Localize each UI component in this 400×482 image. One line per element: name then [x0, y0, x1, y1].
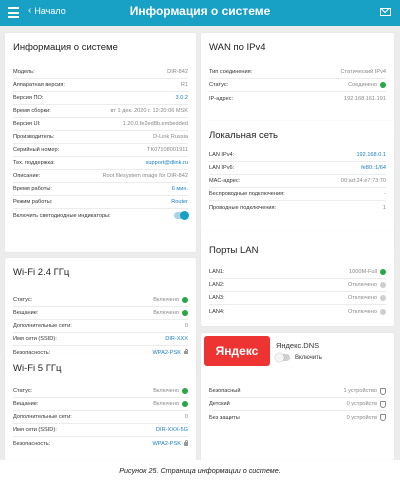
wifi24-row-ssid: Имя сети (SSID): DIR-XXX [13, 333, 188, 346]
child-shield-icon [380, 400, 386, 408]
wifi5-card: Wi-Fi 5 ГГц Статус: Включено Вещание: Вклю… [5, 354, 196, 460]
status-dot-icon [182, 297, 188, 303]
info-row-support: Тех. поддержка: support@dlink.ru [13, 157, 188, 170]
yandex-logo: Яндекс [204, 336, 270, 366]
ssid-link[interactable]: DIR-XXX [165, 336, 188, 342]
card-title: Порты LAN [209, 245, 259, 256]
wan-row-type: Тип соединения: Статический IPv4 [209, 66, 386, 79]
wan-row-status: Статус: Соединено [209, 79, 386, 92]
page-title: Информация о системе [129, 4, 271, 18]
info-row-fw: Версия ПО: 3.0.2 [13, 92, 188, 105]
info-row-serial: Серийный номер: TK07108001911 [13, 144, 188, 157]
yandex-dns-title: Яндекс.DNS [276, 341, 320, 350]
info-row-model: Модель: DIR-842 [13, 66, 188, 79]
yandex-dns-toggle[interactable] [275, 353, 290, 362]
dns-row-none: Без защиты 0 устройств [209, 411, 386, 424]
lan-row-wireless: Беспроводные подключения: - [209, 188, 386, 201]
card-title: Wi-Fi 2.4 ГГц [13, 267, 70, 278]
port-status-icon [380, 269, 386, 275]
card-title: WAN по IPv4 [209, 42, 266, 53]
port-row-lan4: LAN4: Отключено [209, 305, 386, 318]
mode-link[interactable]: Router [171, 199, 188, 205]
lan-ports-card: Порты LAN LAN1: 1000M-Full LAN2: Отключено… [201, 231, 394, 326]
port-status-icon [380, 295, 386, 301]
lan-ipv4-link[interactable]: 192.168.0.1 [356, 152, 386, 158]
status-dot-icon [182, 388, 188, 394]
status-dot-icon [182, 310, 188, 316]
wan-row-ip: IP-адрес: 192.168.161.191 [209, 95, 386, 102]
card-title: Локальная сеть [209, 130, 278, 141]
info-row-uptime: Время работы: 6 мин. [13, 183, 188, 196]
wifi5-row-extra: Дополнительные сети: 0 [13, 411, 188, 424]
lan-row-ipv6: LAN IPv6: fe80::1/64 [209, 162, 386, 175]
lock-icon [184, 439, 188, 446]
info-row-hw: Аппаратная версия: R1 [13, 79, 188, 92]
card-title: Wi-Fi 5 ГГц [13, 363, 62, 374]
info-row-mode: Режим работы: Router [13, 196, 188, 209]
port-row-lan3: LAN3: Отключено [209, 292, 386, 305]
no-protection-icon [380, 414, 386, 421]
info-row-vendor: Производитель: D-Link Russia [13, 131, 188, 144]
port-status-icon [380, 282, 386, 288]
wifi5-row-status: Статус: Включено [13, 385, 188, 398]
shield-icon [380, 387, 386, 395]
wifi24-row-status: Статус: Включено [13, 294, 188, 307]
yandex-toggle-row: Включить [275, 353, 322, 362]
info-row-ui: Версия UI: 1.20.0.fe2ed8b.embedded [13, 118, 188, 131]
lan-row-ipv4: LAN IPv4: 192.168.0.1 [209, 149, 386, 162]
dns-row-child: Детский 0 устройств [209, 398, 386, 411]
wifi24-row-extra: Дополнительные сети: 0 [13, 320, 188, 333]
info-row-leds: Включить светодиодные индикаторы: [13, 209, 189, 222]
firmware-version-link[interactable]: 3.0.2 [176, 95, 188, 101]
info-row-desc: Описание: Root filesystem image for DIR-8… [13, 170, 188, 183]
dns-row-safe: Безопасный 1 устройство [209, 385, 386, 398]
port-row-lan1: LAN1: 1000M-Full [209, 266, 386, 279]
yandex-dns-card: Яндекс Яндекс.DNS Включить Безопасный 1 у… [201, 333, 394, 460]
wifi5-row-security: Безопасность: WPA2-PSK [13, 437, 188, 450]
lan-row-wired: Проводные подключения: 1 [209, 204, 386, 211]
status-dot-icon [182, 401, 188, 407]
card-title: Информация о системе [13, 42, 118, 53]
security-link[interactable]: WPA2-PSK [153, 441, 182, 447]
wifi5-row-ssid: Имя сети (SSID): DIR-XXX-5G [13, 424, 188, 437]
lan-ipv6-link[interactable]: fe80::1/64 [361, 165, 386, 171]
status-dot-icon [380, 82, 386, 88]
lan-row-mac: MAC-адрес: 00:ad:24:e7:73:70 [209, 175, 386, 188]
info-row-build: Время сборки: вт 1 дек. 2020 г. 12:20:06 … [13, 105, 188, 118]
led-toggle[interactable] [174, 211, 189, 220]
port-status-icon [380, 308, 386, 315]
ssid-link[interactable]: DIR-XXX-5G [156, 427, 188, 433]
wan-card: WAN по IPv4 Тип соединения: Статический I… [201, 33, 394, 131]
mail-icon[interactable] [380, 8, 391, 16]
system-info-card: Информация о системе Модель: DIR-842 Аппа… [5, 33, 196, 252]
support-email-link[interactable]: support@dlink.ru [146, 160, 188, 166]
wifi5-row-broadcast: Вещание: Включено [13, 398, 188, 411]
figure-caption: Рисунок 25. Страница информации о систем… [119, 466, 281, 475]
port-row-lan2: LAN2: Отключено [209, 279, 386, 292]
top-bar: ‹ Начало Информация о системе [0, 0, 400, 26]
content-area: Информация о системе Модель: DIR-842 Аппа… [0, 26, 400, 460]
wifi24-row-broadcast: Вещание: Включено [13, 307, 188, 320]
